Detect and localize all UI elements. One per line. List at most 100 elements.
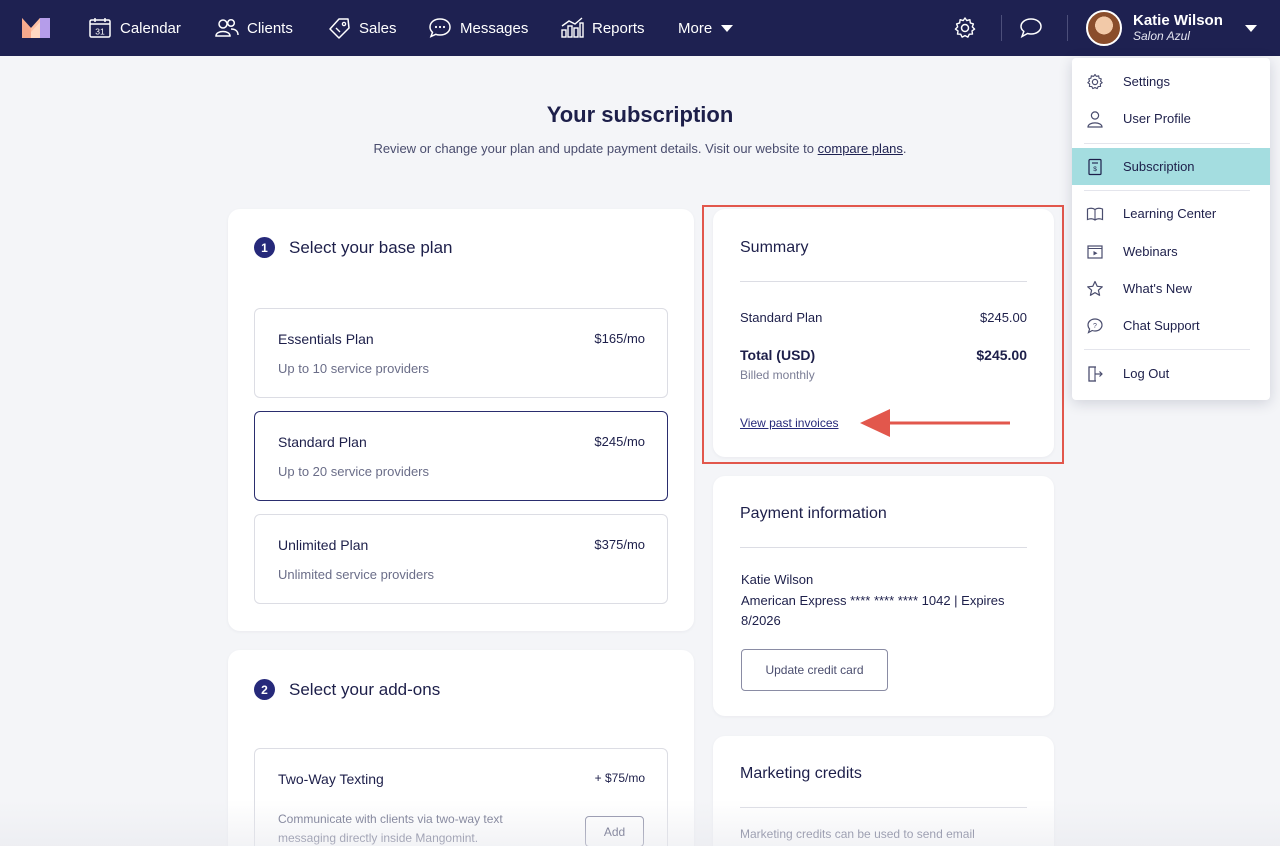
nav-divider [1067,15,1068,41]
menu-divider [1084,190,1250,191]
nav-messages[interactable]: Messages [428,0,528,56]
plan-option-essentials[interactable]: Essentials Plan $165/mo Up to 10 service… [254,308,668,398]
menu-item-label: Chat Support [1123,318,1200,333]
payment-divider [740,547,1027,548]
menu-item-label: Settings [1123,74,1170,89]
menu-item-webinars[interactable]: Webinars [1072,233,1270,270]
addons-title: Select your add-ons [289,679,441,699]
bar-chart-icon [561,17,584,38]
plan-price: $245/mo [594,434,645,449]
menu-item-label: What's New [1123,281,1192,296]
compare-plans-link[interactable]: compare plans [818,141,903,156]
marketing-credits-card: Marketing credits Marketing credits can … [713,736,1054,846]
menu-item-user-profile[interactable]: User Profile [1072,100,1270,137]
svg-text:$: $ [1093,166,1097,173]
plan-description: Unlimited service providers [278,567,435,582]
user-menu-toggle[interactable]: Katie Wilson Salon Azul [1086,9,1266,47]
menu-divider [1084,143,1250,144]
nav-divider [1001,15,1002,41]
nav-calendar[interactable]: 31 Calendar [88,0,181,56]
step-number-badge: 2 [254,679,275,700]
logout-icon [1088,366,1103,382]
marketing-divider [740,807,1027,808]
card-details: American Express **** **** **** 1042 | E… [741,593,1005,608]
cardholder-name: Katie Wilson [741,572,814,587]
plan-price: $165/mo [594,331,645,346]
gear-icon [954,17,976,38]
menu-item-log-out[interactable]: Log Out [1072,355,1270,392]
plan-description: Up to 20 service providers [278,464,430,479]
marketing-description: Marketing credits can be used to send em… [740,827,975,841]
support-chat-icon: ? [1087,318,1103,334]
nav-messages-label: Messages [460,19,529,37]
menu-item-label: Learning Center [1123,206,1217,221]
add-addon-button[interactable]: Add [585,816,644,846]
tag-icon [329,18,350,39]
menu-item-settings[interactable]: Settings [1072,63,1270,100]
nav-more-label: More [678,19,713,37]
user-dropdown-menu: Settings User Profile $ Subscription Lea… [1072,58,1270,400]
plan-name: Standard Plan [278,434,367,450]
menu-item-subscription[interactable]: $ Subscription [1072,148,1270,185]
caret-down-icon [1245,25,1257,32]
plan-name: Unlimited Plan [278,537,369,553]
top-nav: 31 Calendar Clients Sales Messages Repor… [0,0,1280,56]
nav-more[interactable]: More [678,0,734,56]
menu-item-label: Webinars [1123,244,1178,259]
nav-reports[interactable]: Reports [560,0,645,56]
business-name: Salon Azul [1133,28,1190,43]
nav-calendar-label: Calendar [120,19,181,37]
menu-item-label: Subscription [1123,159,1195,174]
update-credit-card-button[interactable]: Update credit card [741,649,888,691]
avatar [1086,10,1122,46]
menu-item-whats-new[interactable]: What's New [1072,270,1270,307]
clients-icon [215,18,239,37]
subtitle-text: Review or change your plan and update pa… [373,141,818,156]
addon-two-way-texting: Two-Way Texting + $75/mo Communicate wit… [254,748,668,846]
plan-description: Up to 10 service providers [278,361,430,376]
menu-item-label: Log Out [1123,366,1170,381]
addon-price: + $75/mo [594,771,645,785]
subtitle-period: . [902,141,907,156]
menu-divider [1084,349,1250,350]
nav-clients-label: Clients [247,19,293,37]
speech-bubble-icon [1020,18,1042,39]
plan-name: Essentials Plan [278,331,374,347]
step-number-badge: 1 [254,237,275,258]
menu-item-chat-support[interactable]: ? Chat Support [1072,307,1270,344]
mangomint-logo-icon[interactable] [22,16,50,38]
user-info: Katie Wilson Salon Azul [1133,13,1223,43]
marketing-title: Marketing credits [740,765,862,782]
svg-text:?: ? [1093,323,1097,330]
addon-description: Communicate with clients via two-way tex… [278,812,503,845]
caret-down-icon [721,25,734,32]
base-plan-heading: 1 Select your base plan [254,237,453,258]
book-icon [1086,207,1104,221]
user-icon [1087,111,1103,128]
addon-name: Two-Way Texting [278,771,384,787]
addons-card: 2 Select your add-ons Two-Way Texting + … [228,650,694,846]
menu-item-label: User Profile [1123,111,1191,126]
payment-title: Payment information [740,505,887,522]
base-plan-card: 1 Select your base plan Essentials Plan … [228,209,694,631]
nav-sales-label: Sales [359,19,397,37]
settings-button[interactable] [951,14,979,42]
plan-price: $375/mo [594,537,645,552]
chat-bubble-icon [429,18,451,38]
plan-option-standard[interactable]: Standard Plan $245/mo Up to 20 service p… [254,411,668,501]
nav-reports-label: Reports [592,19,645,37]
addons-heading: 2 Select your add-ons [254,679,440,700]
card-expiry: 8/2026 [741,613,781,628]
calendar-icon-date: 31 [95,27,105,37]
nav-sales[interactable]: Sales [327,0,397,56]
star-icon [1087,280,1103,296]
gear-icon [1087,73,1103,90]
chat-button[interactable] [1017,14,1045,42]
plan-option-unlimited[interactable]: Unlimited Plan $375/mo Unlimited service… [254,514,668,604]
receipt-icon: $ [1088,158,1102,176]
payment-card: Payment information Katie Wilson America… [713,476,1054,716]
video-icon [1087,245,1103,259]
menu-item-learning-center[interactable]: Learning Center [1072,195,1270,232]
nav-clients[interactable]: Clients [215,0,293,56]
base-plan-title: Select your base plan [289,237,453,257]
